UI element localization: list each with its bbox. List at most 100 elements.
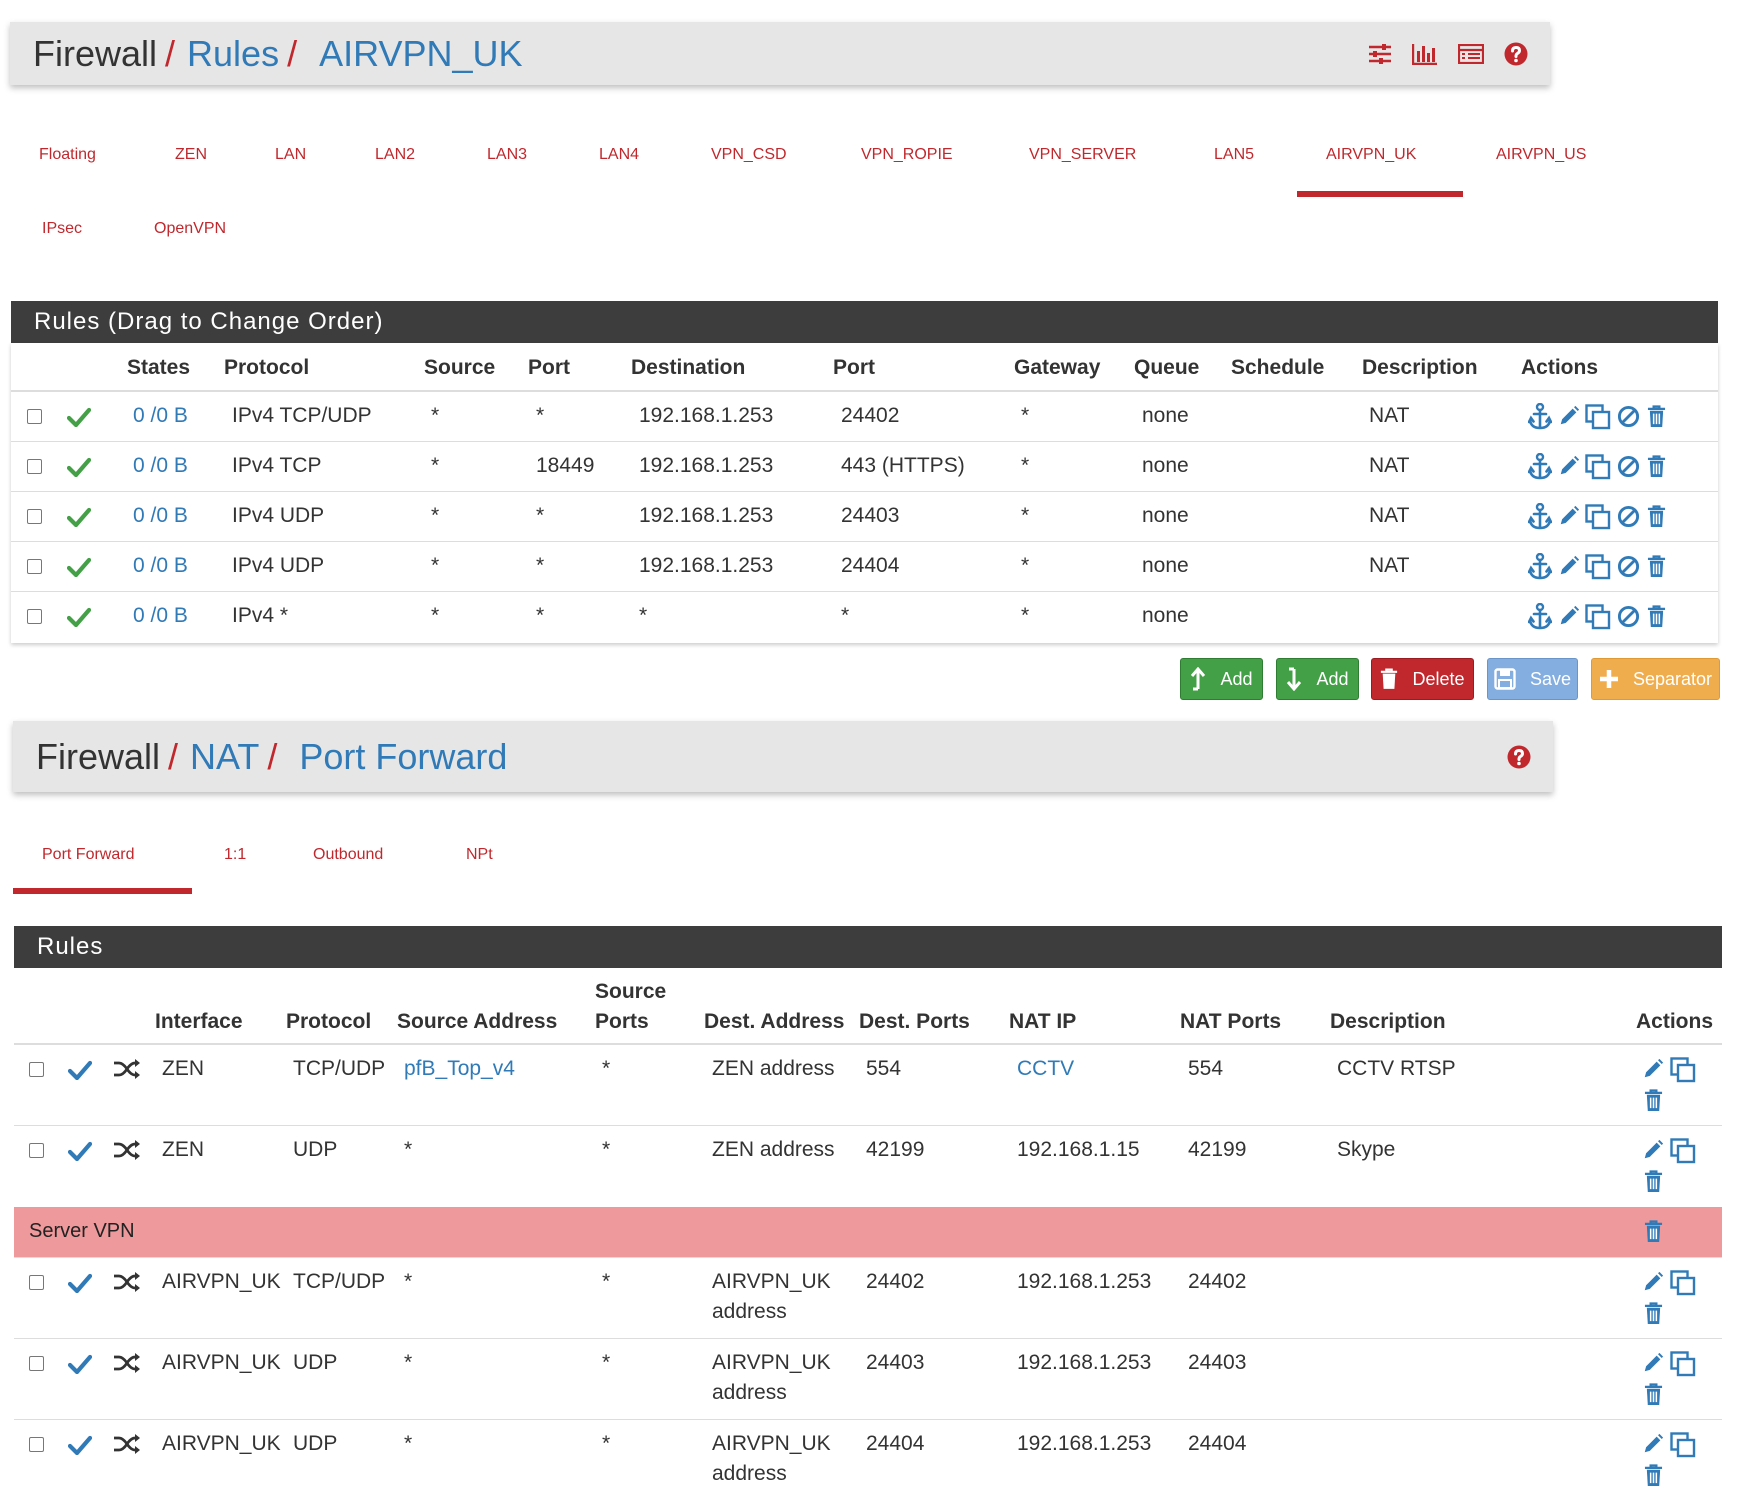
tab-one-to-one[interactable]: 1:1 <box>224 846 246 864</box>
pencil-icon[interactable] <box>1558 455 1580 477</box>
col-description[interactable]: Description <box>1330 1010 1446 1034</box>
disable-icon[interactable] <box>1617 505 1640 528</box>
table-row[interactable]: AIRVPN_UK TCP/UDP * * AIRVPN_UK address 24402 1… <box>14 1257 1722 1338</box>
breadcrumb-nat-link[interactable]: NAT <box>190 736 259 778</box>
trash-icon[interactable] <box>1647 405 1666 428</box>
copy-icon[interactable] <box>1585 454 1611 480</box>
pencil-icon[interactable] <box>1558 505 1580 527</box>
col-schedule[interactable]: Schedule <box>1231 356 1324 380</box>
trash-icon[interactable] <box>1644 1089 1663 1112</box>
tab-vpn-server[interactable]: VPN_SERVER <box>1029 146 1136 164</box>
col-source-ports-line2[interactable]: Ports <box>595 1010 649 1034</box>
table-row[interactable]: AIRVPN_UK UDP * * AIRVPN_UK address 24403 192.1… <box>14 1338 1722 1419</box>
disable-icon[interactable] <box>1617 405 1640 428</box>
col-gateway[interactable]: Gateway <box>1014 356 1100 380</box>
col-dest-ports[interactable]: Dest. Ports <box>859 1010 970 1034</box>
col-destination[interactable]: Destination <box>631 356 745 380</box>
copy-icon[interactable] <box>1670 1138 1696 1164</box>
copy-icon[interactable] <box>1670 1432 1696 1458</box>
copy-icon[interactable] <box>1585 604 1611 630</box>
pencil-icon[interactable] <box>1642 1352 1664 1374</box>
delete-button[interactable]: Delete <box>1371 658 1474 700</box>
trash-icon[interactable] <box>1647 605 1666 628</box>
table-row[interactable]: 0 /0 B IPv4 UDP * * 192.168.1.253 24403 * none N… <box>11 491 1718 541</box>
copy-icon[interactable] <box>1670 1270 1696 1296</box>
row-select-checkbox[interactable] <box>29 1437 44 1452</box>
col-nat-ports[interactable]: NAT Ports <box>1180 1010 1281 1034</box>
pencil-icon[interactable] <box>1642 1433 1664 1455</box>
col-source[interactable]: Source <box>424 356 495 380</box>
table-row[interactable]: 0 /0 B IPv4 * * * * * * none <box>11 591 1718 641</box>
trash-icon[interactable] <box>1647 555 1666 578</box>
row-select-checkbox[interactable] <box>29 1356 44 1371</box>
states-link[interactable]: 0 /0 B <box>133 404 188 428</box>
pencil-icon[interactable] <box>1642 1058 1664 1080</box>
table-row[interactable]: 0 /0 B IPv4 TCP/UDP * * 192.168.1.253 24402 * n… <box>11 391 1718 441</box>
col-source-ports[interactable]: Source <box>595 980 666 1004</box>
pencil-icon[interactable] <box>1558 405 1580 427</box>
anchor-icon[interactable] <box>1528 453 1552 481</box>
disable-icon[interactable] <box>1617 455 1640 478</box>
tab-ipsec[interactable]: IPsec <box>42 220 82 238</box>
trash-icon[interactable] <box>1644 1220 1663 1243</box>
anchor-icon[interactable] <box>1528 603 1552 631</box>
pencil-icon[interactable] <box>1558 605 1580 627</box>
tab-port-forward[interactable]: Port Forward <box>42 846 134 864</box>
pencil-icon[interactable] <box>1642 1271 1664 1293</box>
copy-icon[interactable] <box>1585 554 1611 580</box>
col-interface[interactable]: Interface <box>155 1010 243 1034</box>
disable-icon[interactable] <box>1617 555 1640 578</box>
list-icon[interactable] <box>1458 43 1484 64</box>
anchor-icon[interactable] <box>1528 503 1552 531</box>
trash-icon[interactable] <box>1644 1302 1663 1325</box>
tab-zen[interactable]: ZEN <box>175 146 207 164</box>
nat-ip-value[interactable]: CCTV <box>1017 1057 1074 1081</box>
copy-icon[interactable] <box>1585 504 1611 530</box>
sliders-icon[interactable] <box>1368 43 1392 65</box>
copy-icon[interactable] <box>1670 1057 1696 1083</box>
row-select-checkbox[interactable] <box>29 1062 44 1077</box>
breadcrumb-rules-link[interactable]: Rules <box>187 33 279 75</box>
tab-airvpn-us[interactable]: AIRVPN_US <box>1496 146 1586 164</box>
copy-icon[interactable] <box>1670 1351 1696 1377</box>
col-description[interactable]: Description <box>1362 356 1478 380</box>
breadcrumb-port-forward-link[interactable]: Port Forward <box>299 736 507 778</box>
help-icon[interactable] <box>1504 42 1528 66</box>
table-row[interactable]: ZEN UDP * * ZEN address 42199 192.168.1.15 4219… <box>14 1125 1722 1206</box>
tab-outbound[interactable]: Outbound <box>313 846 383 864</box>
trash-icon[interactable] <box>1644 1170 1663 1193</box>
states-link[interactable]: 0 /0 B <box>133 454 188 478</box>
tab-lan[interactable]: LAN <box>275 146 306 164</box>
add-rule-top-button[interactable]: Add <box>1180 658 1263 700</box>
tab-openvpn[interactable]: OpenVPN <box>154 220 226 238</box>
col-queue[interactable]: Queue <box>1134 356 1199 380</box>
table-row[interactable]: ZEN TCP/UDP pfB_Top_v4 * ZEN address 554 CCTV 5… <box>14 1044 1722 1125</box>
row-select-checkbox[interactable] <box>29 1143 44 1158</box>
add-rule-bottom-button[interactable]: Add <box>1276 658 1359 700</box>
col-protocol[interactable]: Protocol <box>224 356 309 380</box>
states-link[interactable]: 0 /0 B <box>133 504 188 528</box>
table-row[interactable]: 0 /0 B IPv4 UDP * * 192.168.1.253 24404 * none N… <box>11 541 1718 591</box>
col-dest-port[interactable]: Port <box>833 356 875 380</box>
source-address-value[interactable]: pfB_Top_v4 <box>404 1057 515 1081</box>
row-select-checkbox[interactable] <box>27 409 42 424</box>
row-select-checkbox[interactable] <box>27 559 42 574</box>
tab-airvpn-uk[interactable]: AIRVPN_UK <box>1326 146 1416 164</box>
table-row[interactable]: AIRVPN_UK UDP * * AIRVPN_UK address 24404 192.1… <box>14 1419 1722 1500</box>
bar-chart-icon[interactable] <box>1412 43 1438 65</box>
tab-floating[interactable]: Floating <box>39 146 96 164</box>
pencil-icon[interactable] <box>1558 555 1580 577</box>
col-port[interactable]: Port <box>528 356 570 380</box>
col-nat-ip[interactable]: NAT IP <box>1009 1010 1076 1034</box>
help-icon[interactable] <box>1507 745 1531 769</box>
tab-lan4[interactable]: LAN4 <box>599 146 639 164</box>
row-select-checkbox[interactable] <box>27 509 42 524</box>
row-select-checkbox[interactable] <box>27 459 42 474</box>
trash-icon[interactable] <box>1647 505 1666 528</box>
row-select-checkbox[interactable] <box>27 609 42 624</box>
separator-row[interactable]: Server VPN <box>14 1207 1722 1257</box>
anchor-icon[interactable] <box>1528 553 1552 581</box>
tab-vpn-csd[interactable]: VPN_CSD <box>711 146 787 164</box>
pencil-icon[interactable] <box>1642 1139 1664 1161</box>
disable-icon[interactable] <box>1617 605 1640 628</box>
